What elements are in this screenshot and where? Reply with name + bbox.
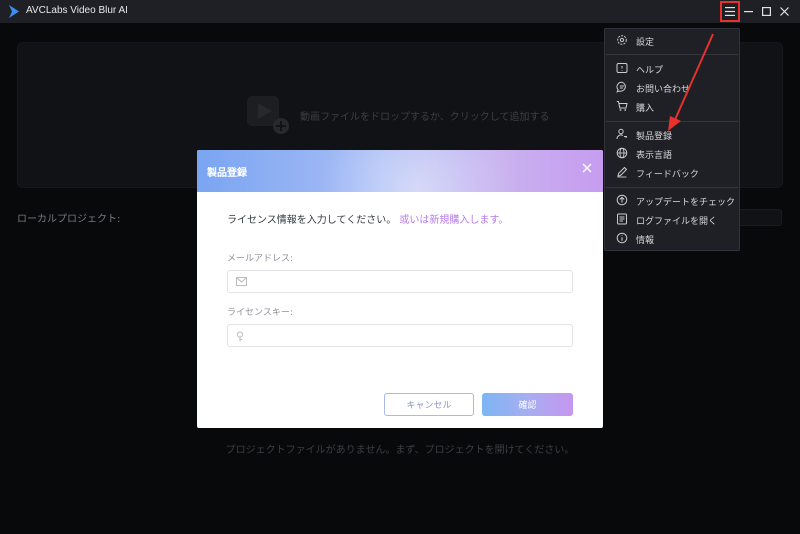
menu-item-purchase[interactable]: 購入 — [605, 97, 739, 116]
close-button[interactable] — [775, 2, 793, 20]
dialog-title: 製品登録 — [207, 168, 247, 179]
menu-item-label: 表示言語 — [636, 151, 673, 161]
key-icon — [236, 331, 244, 342]
maximize-button[interactable] — [757, 2, 775, 20]
menu-item-language[interactable]: 表示言語 — [605, 144, 739, 163]
close-icon — [779, 6, 789, 16]
globe-icon — [616, 147, 628, 159]
email-field[interactable] — [227, 270, 573, 293]
menu-divider — [606, 54, 738, 55]
minimize-button[interactable] — [739, 2, 757, 20]
menu-item-label: 購入 — [636, 104, 655, 114]
license-prompt-text: ライセンス情報を入力してください。 — [227, 215, 397, 226]
menu-item-info[interactable]: 情報 — [605, 229, 739, 248]
log-icon — [617, 213, 627, 225]
menu-divider — [606, 187, 738, 188]
menu-divider — [606, 121, 738, 122]
email-input[interactable] — [252, 273, 568, 290]
license-key-field[interactable] — [227, 324, 573, 347]
minimize-icon — [743, 10, 753, 12]
app-title: AVCLabs Video Blur AI — [26, 5, 128, 16]
license-key-input[interactable] — [252, 327, 568, 344]
menu-button[interactable] — [720, 1, 740, 22]
info-icon — [616, 232, 628, 244]
menu-item-label: 情報 — [636, 236, 655, 246]
gear-icon — [617, 35, 627, 45]
menu-item-check-update[interactable]: アップデートをチェック — [605, 191, 739, 210]
menu-icon — [725, 7, 735, 16]
menu-item-open-log[interactable]: ログファイルを開く — [605, 210, 739, 229]
dialog-close-icon[interactable] — [581, 162, 593, 174]
confirm-button[interactable]: 確認 — [482, 393, 573, 416]
menu-item-feedback[interactable]: フィードバック — [605, 163, 739, 182]
main-menu-dropdown: 設定 ヘルプ お問い合わせ 購入 製品登録 表示言語 フィードバック アップデー… — [604, 28, 740, 251]
help-icon — [616, 63, 628, 73]
app-logo-icon — [9, 5, 19, 18]
menu-item-label: お問い合わせ — [636, 85, 691, 95]
menu-item-label: フィードバック — [636, 170, 699, 180]
menu-item-label: ログファイルを開く — [636, 217, 718, 227]
menu-item-label: 製品登録 — [636, 132, 673, 142]
chat-icon — [616, 81, 626, 93]
cart-icon — [616, 101, 628, 111]
update-icon — [616, 194, 628, 206]
user-key-icon — [616, 128, 627, 140]
title-bar: AVCLabs Video Blur AI — [0, 0, 800, 23]
menu-item-help[interactable]: ヘルプ — [605, 59, 739, 78]
mail-icon — [236, 277, 247, 286]
dialog-header: 製品登録 — [197, 150, 603, 192]
menu-item-label: アップデートをチェック — [636, 198, 736, 208]
registration-dialog: 製品登録 ライセンス情報を入力してください。 或いは新規購入します。 メールアド… — [197, 150, 603, 428]
pencil-icon — [617, 166, 628, 178]
buy-new-link[interactable]: 或いは新規購入します。 — [399, 215, 508, 226]
menu-item-register[interactable]: 製品登録 — [605, 125, 739, 144]
menu-item-label: 設定 — [636, 38, 655, 48]
menu-item-contact[interactable]: お問い合わせ — [605, 78, 739, 97]
menu-item-settings[interactable]: 設定 — [605, 31, 739, 50]
header-glow — [317, 150, 517, 192]
maximize-icon — [761, 6, 771, 16]
email-label: メールアドレス: — [227, 254, 294, 264]
menu-item-label: ヘルプ — [636, 66, 664, 76]
cancel-button[interactable]: キャンセル — [384, 393, 474, 416]
license-prompt: ライセンス情報を入力してください。 或いは新規購入します。 — [227, 211, 508, 226]
license-label: ライセンスキー: — [227, 308, 293, 318]
